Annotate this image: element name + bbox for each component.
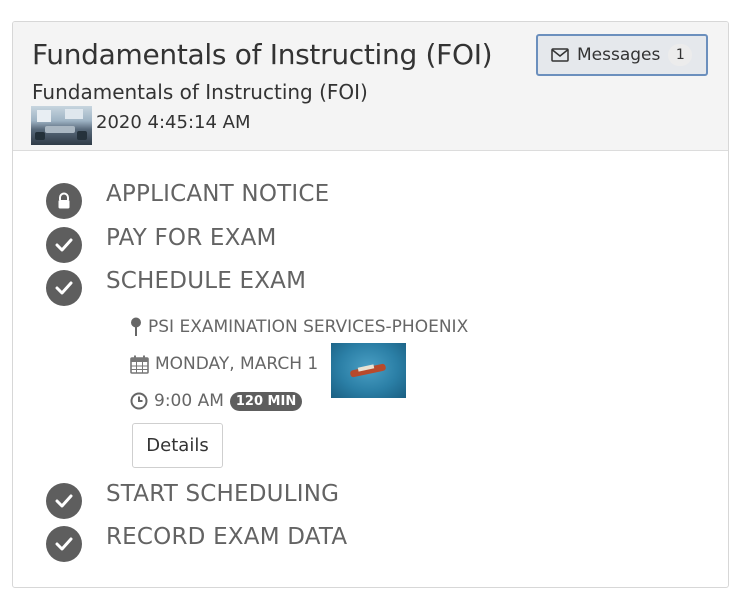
duration-badge: 120 MIN bbox=[229, 391, 303, 411]
check-icon bbox=[46, 526, 82, 562]
check-icon bbox=[46, 483, 82, 519]
step-label: PAY FOR EXAM bbox=[106, 225, 277, 251]
messages-count-badge: 1 bbox=[668, 44, 693, 66]
exam-subtitle: Fundamentals of Instructing (FOI) bbox=[32, 80, 368, 104]
location-text: PSI EXAMINATION SERVICES-PHOENIX bbox=[148, 317, 469, 337]
check-icon bbox=[46, 270, 82, 306]
exam-time: 9:00 AM 120 MIN bbox=[130, 391, 303, 411]
card-header: Fundamentals of Instructing (FOI) Fundam… bbox=[13, 22, 728, 151]
step-label: RECORD EXAM DATA bbox=[106, 524, 348, 550]
step-label: START SCHEDULING bbox=[106, 481, 340, 507]
clock-icon bbox=[130, 392, 148, 410]
step-label: APPLICANT NOTICE bbox=[106, 181, 330, 207]
step-label: SCHEDULE EXAM bbox=[106, 268, 307, 294]
exam-location: PSI EXAMINATION SERVICES-PHOENIX bbox=[130, 317, 468, 337]
check-icon bbox=[46, 227, 82, 263]
ship-thumbnail bbox=[331, 343, 406, 398]
envelope-icon bbox=[551, 48, 569, 62]
lock-icon bbox=[46, 183, 82, 219]
messages-label: Messages bbox=[577, 45, 661, 65]
messages-button[interactable]: Messages 1 bbox=[536, 34, 708, 76]
map-pin-icon bbox=[131, 317, 141, 336]
exam-date-text: 2020 4:45:14 AM bbox=[96, 112, 251, 133]
exam-room-thumbnail bbox=[31, 106, 92, 145]
date-text: MONDAY, MARCH 1 bbox=[155, 354, 319, 374]
calendar-icon bbox=[130, 355, 149, 374]
exam-title: Fundamentals of Instructing (FOI) bbox=[32, 38, 493, 71]
details-button[interactable]: Details bbox=[132, 423, 223, 468]
exam-date: MONDAY, MARCH 1 bbox=[130, 354, 318, 374]
time-text: 9:00 AM bbox=[154, 391, 224, 411]
